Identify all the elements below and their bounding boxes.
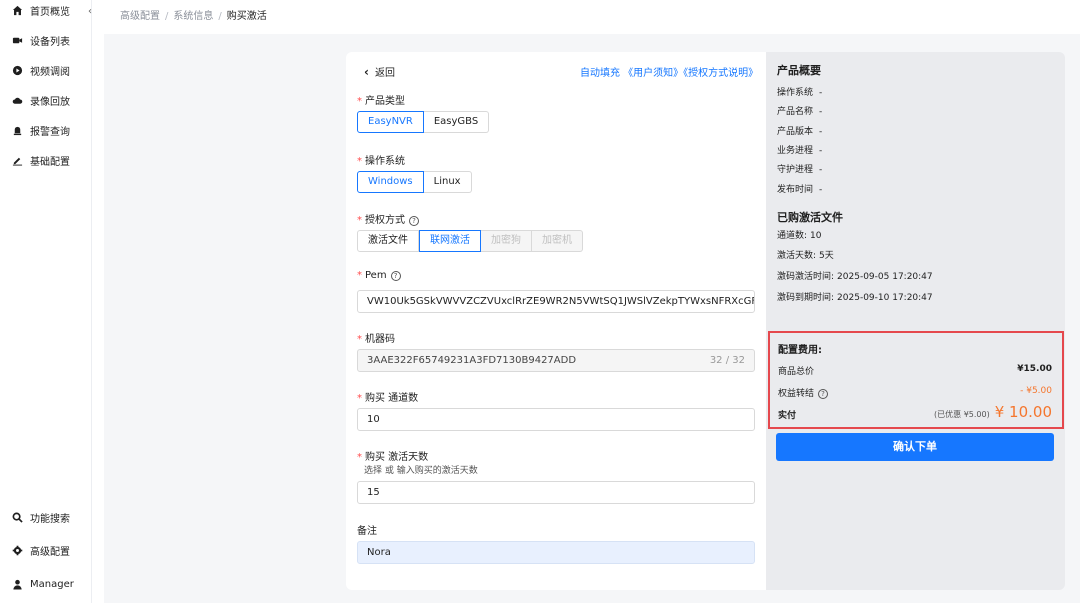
sidebar-item-user[interactable]: Manager bbox=[12, 576, 74, 592]
purchased-row: 通道数: 10 bbox=[777, 231, 822, 241]
os-group: Windows Linux bbox=[357, 171, 472, 193]
sidebar-item-basic-config[interactable]: 基础配置 bbox=[12, 152, 70, 168]
total-value: ¥15.00 bbox=[1017, 364, 1052, 374]
machine-code-value: 3AAE322F65749231A3FD7130B9427ADD bbox=[367, 355, 577, 366]
machine-code-input: 3AAE322F65749231A3FD7130B9427ADD 32 / 32 bbox=[357, 349, 755, 372]
os-linux[interactable]: Linux bbox=[423, 171, 472, 193]
purchased-row: 激码激活时间: 2025-09-05 17:20:47 bbox=[777, 272, 933, 282]
overview-row: 守护进程 - bbox=[777, 165, 823, 175]
breadcrumb-current: 购买激活 bbox=[226, 11, 267, 22]
sidebar-item-label: 高级配置 bbox=[30, 546, 70, 558]
autofill-and-docs-links[interactable]: 自动填充 《用户须知》《授权方式说明》 bbox=[580, 64, 758, 79]
auth-online[interactable]: 联网激活 bbox=[419, 230, 481, 252]
auth-encryptor: 加密机 bbox=[532, 230, 583, 252]
note-input[interactable]: Nora bbox=[357, 541, 755, 564]
auth-method-group: 激活文件 联网激活 加密狗 加密机 bbox=[357, 230, 583, 252]
auth-activation-file[interactable]: 激活文件 bbox=[357, 230, 419, 252]
confirm-order-button[interactable]: 确认下单 bbox=[776, 433, 1054, 461]
cost-title: 配置费用: bbox=[778, 345, 822, 356]
total-label: 商品总价 bbox=[778, 367, 815, 377]
camera-icon bbox=[12, 35, 23, 46]
overview-row: 发布时间 - bbox=[777, 185, 823, 195]
sidebar-item-feature-search[interactable]: 功能搜索 bbox=[12, 509, 70, 525]
play-icon bbox=[12, 65, 23, 76]
sidebar-item-devices[interactable]: 设备列表 bbox=[12, 32, 70, 48]
sidebar: 首页概览 设备列表 视频调阅 录像回放 报警查询 基础配置 功能搜索 高级配置 … bbox=[0, 0, 92, 603]
search-icon bbox=[12, 512, 23, 523]
paid-amount: (已优惠 ¥5.00) ¥ 10.00 bbox=[934, 403, 1052, 421]
os-windows[interactable]: Windows bbox=[357, 171, 424, 193]
overview-row: 业务进程 - bbox=[777, 146, 823, 156]
days-label: * 购买 激活天数 bbox=[357, 452, 429, 463]
paid-value: ¥ 10.00 bbox=[994, 403, 1052, 421]
home-icon bbox=[12, 5, 23, 16]
sidebar-item-label: 功能搜索 bbox=[30, 513, 70, 525]
transfer-label: 权益转结? bbox=[778, 386, 829, 399]
overview-row: 产品版本 - bbox=[777, 127, 823, 137]
gear-icon bbox=[12, 545, 23, 556]
char-counter: 32 / 32 bbox=[709, 355, 745, 366]
purchased-row: 激活天数: 5天 bbox=[777, 251, 834, 261]
os-label: * 操作系统 bbox=[357, 156, 405, 167]
channels-input[interactable]: 10 bbox=[357, 408, 755, 431]
auth-method-label: * 授权方式? bbox=[357, 211, 419, 226]
machine-code-label: * 机器码 bbox=[357, 334, 395, 345]
discount-note: (已优惠 ¥5.00) bbox=[934, 410, 990, 419]
product-type-easynvr[interactable]: EasyNVR bbox=[357, 111, 424, 133]
chevron-left-icon: ‹ bbox=[364, 64, 369, 79]
overview-row: 操作系统 - bbox=[777, 88, 823, 98]
days-hint: 选择 或 输入购买的激活天数 bbox=[364, 466, 478, 476]
product-type-easygbs[interactable]: EasyGBS bbox=[423, 111, 490, 133]
sidebar-item-label: 录像回放 bbox=[30, 96, 70, 108]
product-type-group: EasyNVR EasyGBS bbox=[357, 111, 490, 133]
sidebar-item-label: Manager bbox=[30, 578, 74, 590]
edit-icon bbox=[12, 155, 23, 166]
back-label: 返回 bbox=[374, 68, 395, 79]
back-button[interactable]: ‹ 返回 bbox=[364, 64, 395, 80]
note-label: 备注 bbox=[357, 526, 377, 537]
auth-dongle: 加密狗 bbox=[481, 230, 532, 252]
sidebar-item-label: 设备列表 bbox=[30, 36, 70, 48]
cloud-icon bbox=[12, 95, 23, 106]
user-icon bbox=[12, 579, 23, 590]
transfer-value: - ¥5.00 bbox=[1020, 386, 1052, 396]
purchased-title: 已购激活文件 bbox=[777, 211, 843, 224]
overview-title: 产品概要 bbox=[777, 64, 821, 77]
sidebar-item-label: 报警查询 bbox=[30, 126, 70, 138]
pem-input[interactable]: VW10Uk5GSkVWVVZCZVUxclRrZE9WR2N5VWtSQ1JW… bbox=[357, 290, 755, 313]
sidebar-item-home[interactable]: 首页概览 bbox=[12, 2, 70, 18]
sidebar-item-label: 视频调阅 bbox=[30, 66, 70, 78]
alarm-icon bbox=[12, 125, 23, 136]
breadcrumb-item[interactable]: 系统信息 bbox=[173, 11, 213, 22]
sidebar-item-label: 首页概览 bbox=[30, 6, 70, 18]
channels-label: * 购买 通道数 bbox=[357, 393, 419, 404]
sidebar-item-playback[interactable]: 录像回放 bbox=[12, 92, 70, 108]
breadcrumb-item[interactable]: 高级配置 bbox=[120, 11, 160, 22]
sidebar-item-label: 基础配置 bbox=[30, 156, 70, 168]
help-icon[interactable]: ? bbox=[409, 216, 419, 226]
sidebar-item-alarm[interactable]: 报警查询 bbox=[12, 122, 70, 138]
collapse-sidebar-button[interactable]: ‹ bbox=[88, 6, 98, 18]
overview-row: 产品名称 - bbox=[777, 107, 823, 117]
breadcrumb: 高级配置 / 系统信息 / 购买激活 bbox=[120, 11, 267, 22]
paid-label: 实付 bbox=[778, 411, 797, 421]
days-input[interactable]: 15 bbox=[357, 481, 755, 504]
product-type-label: * 产品类型 bbox=[357, 96, 405, 107]
sidebar-item-video[interactable]: 视频调阅 bbox=[12, 62, 70, 78]
purchased-row: 激码到期时间: 2025-09-10 17:20:47 bbox=[777, 293, 933, 303]
pem-label: * Pem? bbox=[357, 270, 401, 281]
cost-summary-box: 配置费用: 商品总价 ¥15.00 权益转结? - ¥5.00 实付 (已优惠 … bbox=[768, 331, 1064, 429]
help-icon[interactable]: ? bbox=[390, 271, 401, 281]
help-icon[interactable]: ? bbox=[818, 389, 829, 399]
sidebar-item-advanced-config[interactable]: 高级配置 bbox=[12, 542, 70, 558]
